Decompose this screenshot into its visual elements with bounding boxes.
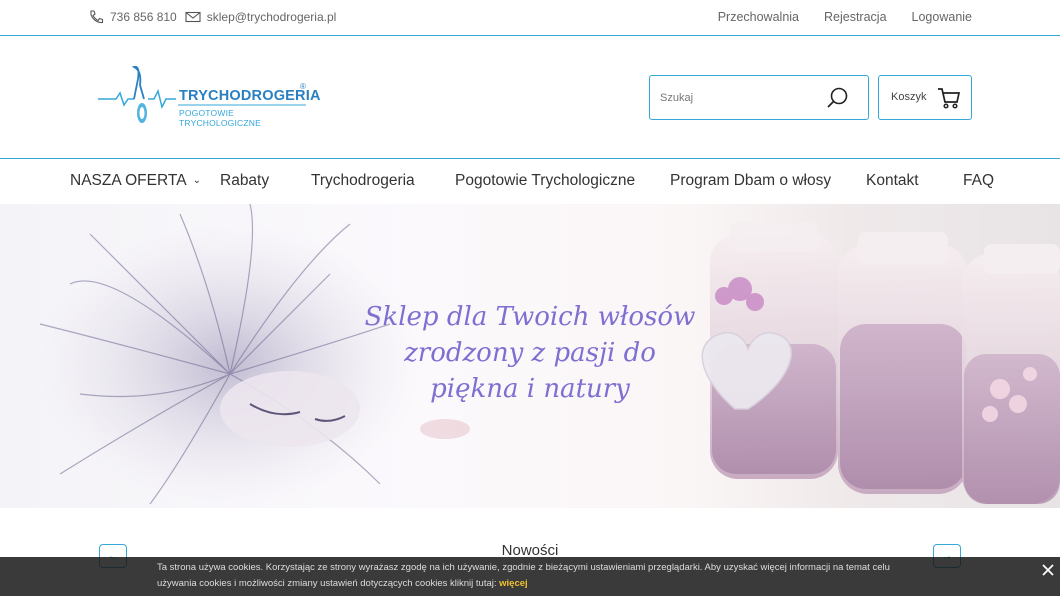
nav-item-rabaty[interactable]: Rabaty — [220, 172, 269, 190]
site-logo[interactable]: TRYCHODROGERIA ® POGOTOWIE TRYCHOLOGICZN… — [96, 61, 320, 133]
hero-banner[interactable]: Sklep dla Twoich włosów zrodzony z pasji… — [0, 204, 1060, 508]
close-icon[interactable] — [1040, 562, 1056, 578]
cookie-banner: Ta strona używa cookies. Korzystając ze … — [0, 557, 1060, 596]
chevron-down-icon: ⌄ — [192, 175, 201, 186]
phone-icon — [88, 10, 104, 24]
hero-line-1: Sklep dla Twoich włosów — [364, 302, 696, 332]
main-navigation: NASZA OFERTA ⌄ Rabaty Trychodrogeria Pogo… — [0, 160, 1060, 204]
hero-headline: Sklep dla Twoich włosów zrodzony z pasji… — [330, 299, 730, 407]
cart-label: Koszyk — [891, 91, 927, 103]
email-address[interactable]: sklep@trychodrogeria.pl — [207, 10, 337, 24]
cart-icon — [937, 86, 961, 110]
top-bar: 736 856 810 sklep@trychodrogeria.pl Prze… — [0, 0, 1060, 36]
nav-item-faq[interactable]: FAQ — [963, 172, 994, 190]
nav-item-nasza-oferta[interactable]: NASZA OFERTA ⌄ — [70, 172, 201, 190]
contact-info: 736 856 810 sklep@trychodrogeria.pl — [88, 10, 344, 24]
logo-registered-mark: ® — [300, 82, 306, 91]
search-box — [649, 75, 869, 120]
nav-item-pogotowie[interactable]: Pogotowie Trychologiczne — [455, 172, 635, 190]
cookie-more-link[interactable]: więcej — [499, 578, 528, 589]
nav-item-kontakt[interactable]: Kontakt — [866, 172, 919, 190]
nav-item-trychodrogeria[interactable]: Trychodrogeria — [311, 172, 415, 190]
cookie-text-block: Ta strona używa cookies. Korzystając ze … — [157, 560, 917, 592]
link-przechowalnia[interactable]: Przechowalnia — [718, 10, 799, 24]
account-links: Przechowalnia Rejestracja Logowanie — [718, 10, 972, 24]
hero-line-2: zrodzony z pasji do — [404, 338, 656, 368]
link-logowanie[interactable]: Logowanie — [912, 10, 972, 24]
nav-item-program[interactable]: Program Dbam o włosy — [670, 172, 831, 190]
envelope-icon — [185, 10, 201, 24]
cart-button[interactable]: Koszyk — [878, 75, 972, 120]
link-rejestracja[interactable]: Rejestracja — [824, 10, 887, 24]
search-input[interactable] — [660, 88, 820, 108]
phone-number[interactable]: 736 856 810 — [110, 10, 177, 24]
logo-subtitle: POGOTOWIE TRYCHOLOGICZNE — [179, 108, 261, 128]
site-header: TRYCHODROGERIA ® POGOTOWIE TRYCHOLOGICZN… — [0, 37, 1060, 159]
hero-line-3: piękna i natury — [430, 374, 630, 404]
search-icon[interactable] — [826, 86, 850, 110]
nav-label: NASZA OFERTA — [70, 172, 187, 189]
